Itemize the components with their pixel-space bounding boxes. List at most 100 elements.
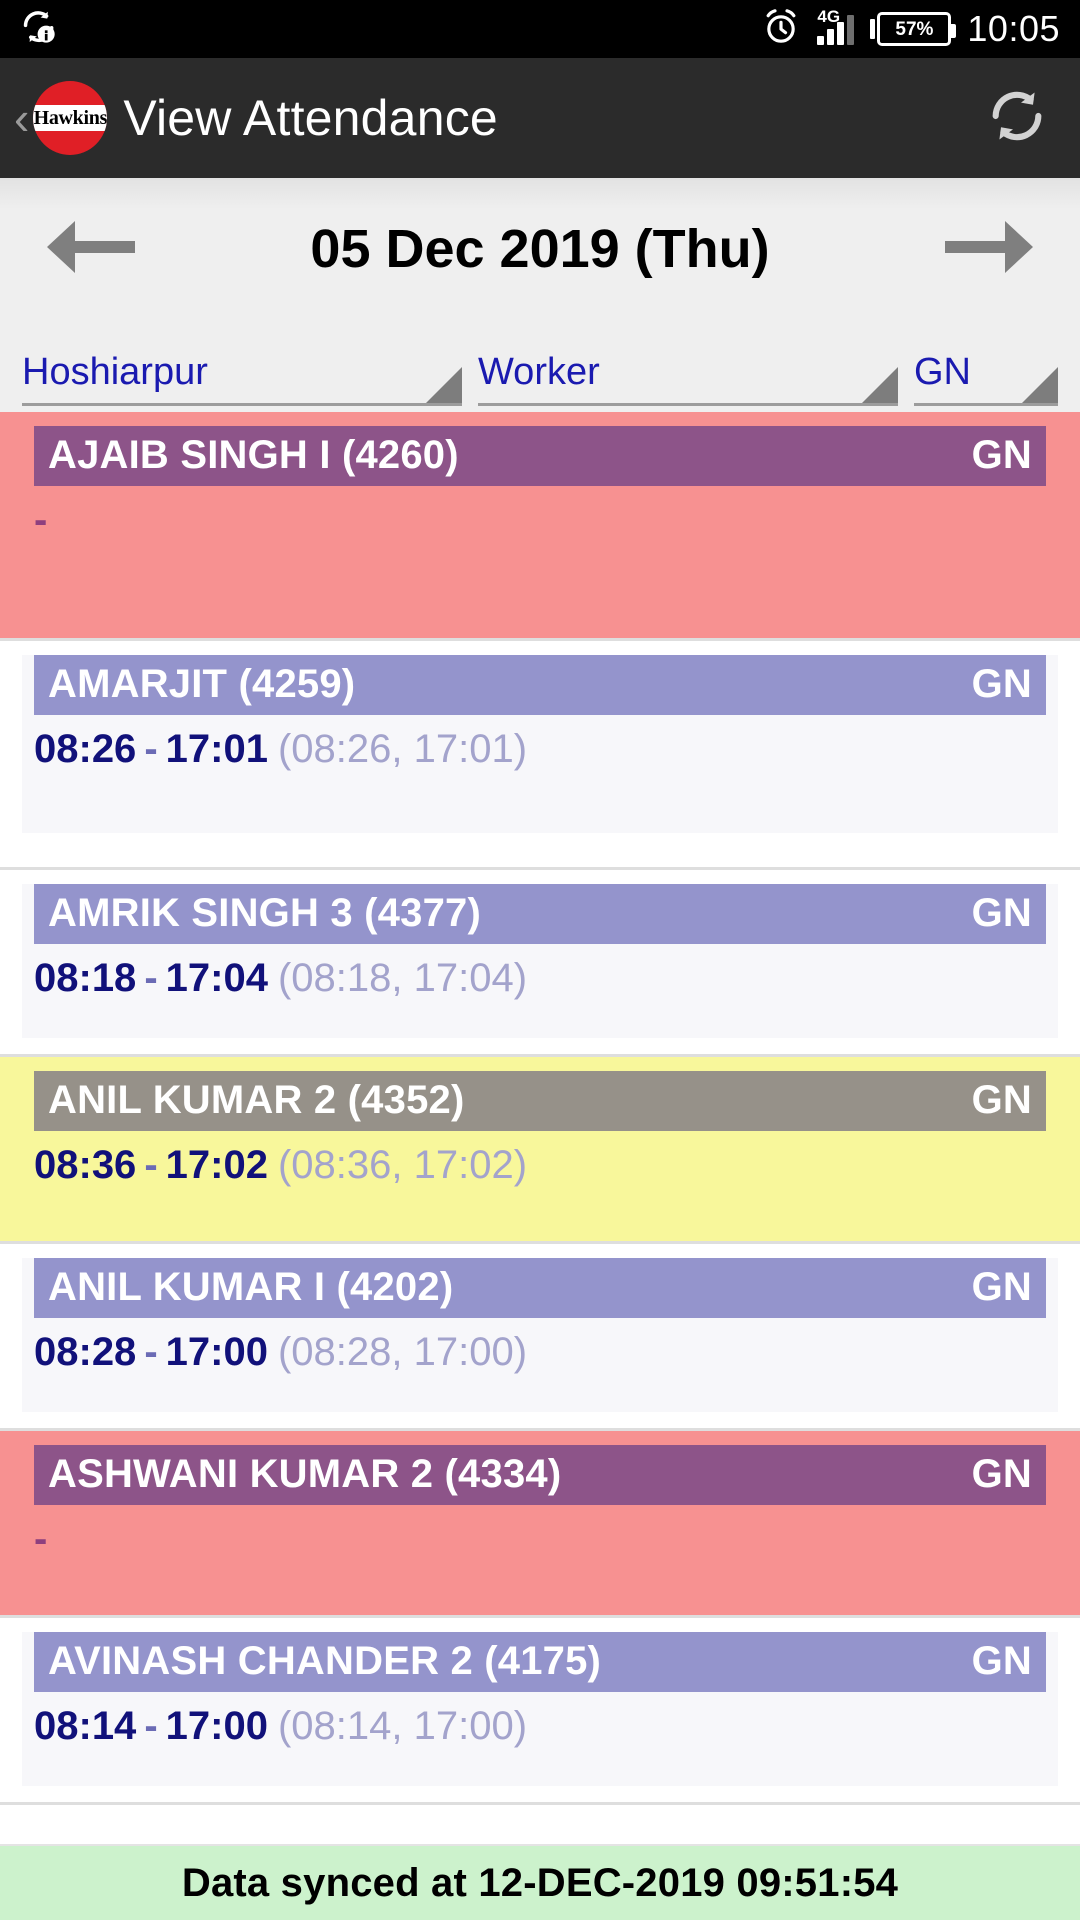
status-bar-left-icons (20, 8, 58, 51)
network-type-label: 4G (817, 7, 841, 26)
attendance-card-header: AMRIK SINGH 3 (4377) GN (34, 884, 1046, 944)
attendance-card-body: 08:26-17:01 (08:26, 17:01) (22, 715, 1058, 773)
filter-shift-spinner[interactable]: GN (914, 353, 1058, 406)
app-bar: ‹ Hawkins View Attendance (0, 58, 1080, 178)
sync-info-icon (20, 8, 58, 51)
system-status-bar: 4G 57% 10:05 (0, 0, 1080, 58)
attendance-card[interactable]: ANIL KUMAR 2 (4352) GN 08:36-17:02 (08:36, … (0, 1057, 1080, 1241)
in-time-label: 08:28 (34, 1330, 137, 1374)
attendance-card-panel: ANIL KUMAR 2 (4352) GN 08:36-17:02 (08:36, … (22, 1071, 1058, 1225)
back-button[interactable]: ‹ (10, 95, 33, 141)
arrow-left-icon (43, 215, 139, 284)
attendance-card-panel: AVINASH CHANDER 2 (4175) GN 08:14-17:00 (08… (22, 1632, 1058, 1786)
selected-date-label[interactable]: 05 Dec 2019 (Thu) (310, 218, 769, 280)
shift-code-label: GN (971, 662, 1032, 706)
filter-row: Hoshiarpur Worker GN (0, 320, 1080, 412)
attendance-card-panel: ASHWANI KUMAR 2 (4334) GN - (22, 1445, 1058, 1599)
filter-location-value: Hoshiarpur (22, 353, 208, 393)
in-time-label: 08:36 (34, 1143, 137, 1187)
attendance-card-body: 08:18-17:04 (08:18, 17:04) (22, 944, 1058, 1002)
no-punch-placeholder: - (34, 498, 48, 542)
worker-name-label: ASHWANI KUMAR 2 (4334) (48, 1452, 562, 1496)
next-day-button[interactable] (934, 201, 1044, 297)
arrow-right-icon (941, 215, 1037, 284)
shift-code-label: GN (971, 433, 1032, 477)
attendance-card-panel: AJAIB SINGH I (4260) GN - (22, 426, 1058, 604)
out-time-label: 17:00 (165, 1330, 268, 1374)
alarm-clock-icon (761, 7, 801, 52)
worker-name-label: AMARJIT (4259) (48, 662, 356, 706)
shift-code-label: GN (971, 1639, 1032, 1683)
time-separator: - (144, 1330, 158, 1374)
raw-punch-label: (08:36, 17:02) (277, 1143, 528, 1187)
attendance-card-header: AMARJIT (4259) GN (34, 655, 1046, 715)
attendance-card[interactable]: AMARJIT (4259) GN 08:26-17:01 (08:26, 17:01… (0, 641, 1080, 867)
time-separator: - (144, 727, 158, 771)
shift-code-label: GN (971, 1452, 1032, 1496)
attendance-card-header: AVINASH CHANDER 2 (4175) GN (34, 1632, 1046, 1692)
page-title: View Attendance (123, 90, 498, 146)
attendance-card-body: 08:36-17:02 (08:36, 17:02) (22, 1131, 1058, 1189)
out-time-label: 17:01 (165, 727, 268, 771)
spinner-triangle-icon (862, 367, 898, 403)
attendance-card[interactable]: ANIL KUMAR I (4202) GN 08:28-17:00 (08:28, … (0, 1244, 1080, 1428)
out-time-label: 17:02 (165, 1143, 268, 1187)
battery-percent-label: 57% (895, 18, 934, 40)
attendance-card-body: - (22, 1505, 1058, 1563)
time-separator: - (144, 1704, 158, 1748)
attendance-card-body: 08:14-17:00 (08:14, 17:00) (22, 1692, 1058, 1750)
sync-status-label: Data synced at 12-DEC-2019 09:51:54 (181, 1860, 899, 1905)
raw-punch-label: (08:18, 17:04) (277, 956, 528, 1000)
status-bar-clock: 10:05 (967, 8, 1060, 49)
raw-punch-label: (08:26, 17:01) (277, 727, 528, 771)
raw-punch-label: (08:28, 17:00) (277, 1330, 528, 1374)
shift-code-label: GN (971, 1078, 1032, 1122)
attendance-times: 08:18-17:04 (08:18, 17:04) (34, 954, 1046, 1002)
attendance-times: 08:28-17:00 (08:28, 17:00) (34, 1328, 1046, 1376)
spinner-triangle-icon (426, 367, 462, 403)
attendance-list[interactable]: AJAIB SINGH I (4260) GN - AMARJIT (4259) GN 0… (0, 412, 1080, 1844)
refresh-button[interactable] (980, 81, 1054, 155)
no-punch-placeholder: - (34, 1517, 48, 1561)
attendance-card-panel: AMRIK SINGH 3 (4377) GN 08:18-17:04 (08:18,… (22, 884, 1058, 1038)
previous-day-button[interactable] (36, 201, 146, 297)
shift-code-label: GN (971, 1265, 1032, 1309)
attendance-card-header: ANIL KUMAR 2 (4352) GN (34, 1071, 1046, 1131)
list-separator (0, 1802, 1080, 1805)
time-separator: - (144, 1143, 158, 1187)
worker-name-label: ANIL KUMAR 2 (4352) (48, 1078, 465, 1122)
sync-status-bar: Data synced at 12-DEC-2019 09:51:54 (0, 1844, 1080, 1920)
date-navigation: 05 Dec 2019 (Thu) (0, 178, 1080, 320)
attendance-times: - (34, 1515, 1046, 1563)
app-screen: 4G 57% 10:05 ‹ Hawkins View Attendance 0… (0, 0, 1080, 1920)
attendance-times: 08:14-17:00 (08:14, 17:00) (34, 1702, 1046, 1750)
time-separator: - (144, 956, 158, 1000)
battery-indicator: 57% (870, 12, 957, 46)
attendance-times: 08:26-17:01 (08:26, 17:01) (34, 725, 1046, 773)
attendance-card-header: ASHWANI KUMAR 2 (4334) GN (34, 1445, 1046, 1505)
filter-category-spinner[interactable]: Worker (478, 353, 898, 406)
shift-code-label: GN (971, 891, 1032, 935)
worker-name-label: AMRIK SINGH 3 (4377) (48, 891, 481, 935)
hawkins-logo: Hawkins (33, 81, 108, 155)
attendance-card-body: - (22, 486, 1058, 544)
signal-strength-icon: 4G (817, 7, 855, 45)
in-time-label: 08:26 (34, 727, 137, 771)
attendance-card[interactable]: ASHWANI KUMAR 2 (4334) GN - (0, 1431, 1080, 1615)
hawkins-logo-text: Hawkins (33, 107, 108, 129)
attendance-card[interactable]: AJAIB SINGH I (4260) GN - (0, 412, 1080, 638)
attendance-card[interactable]: AMRIK SINGH 3 (4377) GN 08:18-17:04 (08:18,… (0, 870, 1080, 1054)
attendance-card[interactable]: AVINASH CHANDER 2 (4175) GN 08:14-17:00 (08… (0, 1618, 1080, 1802)
attendance-times: 08:36-17:02 (08:36, 17:02) (34, 1141, 1046, 1189)
worker-name-label: AJAIB SINGH I (4260) (48, 433, 459, 477)
worker-name-label: ANIL KUMAR I (4202) (48, 1265, 454, 1309)
filter-category-value: Worker (478, 353, 600, 393)
filter-location-spinner[interactable]: Hoshiarpur (22, 353, 462, 406)
spinner-triangle-icon (1022, 367, 1058, 403)
attendance-card-panel: ANIL KUMAR I (4202) GN 08:28-17:00 (08:28, … (22, 1258, 1058, 1412)
attendance-card-body: 08:28-17:00 (08:28, 17:00) (22, 1318, 1058, 1376)
worker-name-label: AVINASH CHANDER 2 (4175) (48, 1639, 602, 1683)
in-time-label: 08:18 (34, 956, 137, 1000)
attendance-card-panel: AMARJIT (4259) GN 08:26-17:01 (08:26, 17:01… (22, 655, 1058, 833)
attendance-card-header: AJAIB SINGH I (4260) GN (34, 426, 1046, 486)
